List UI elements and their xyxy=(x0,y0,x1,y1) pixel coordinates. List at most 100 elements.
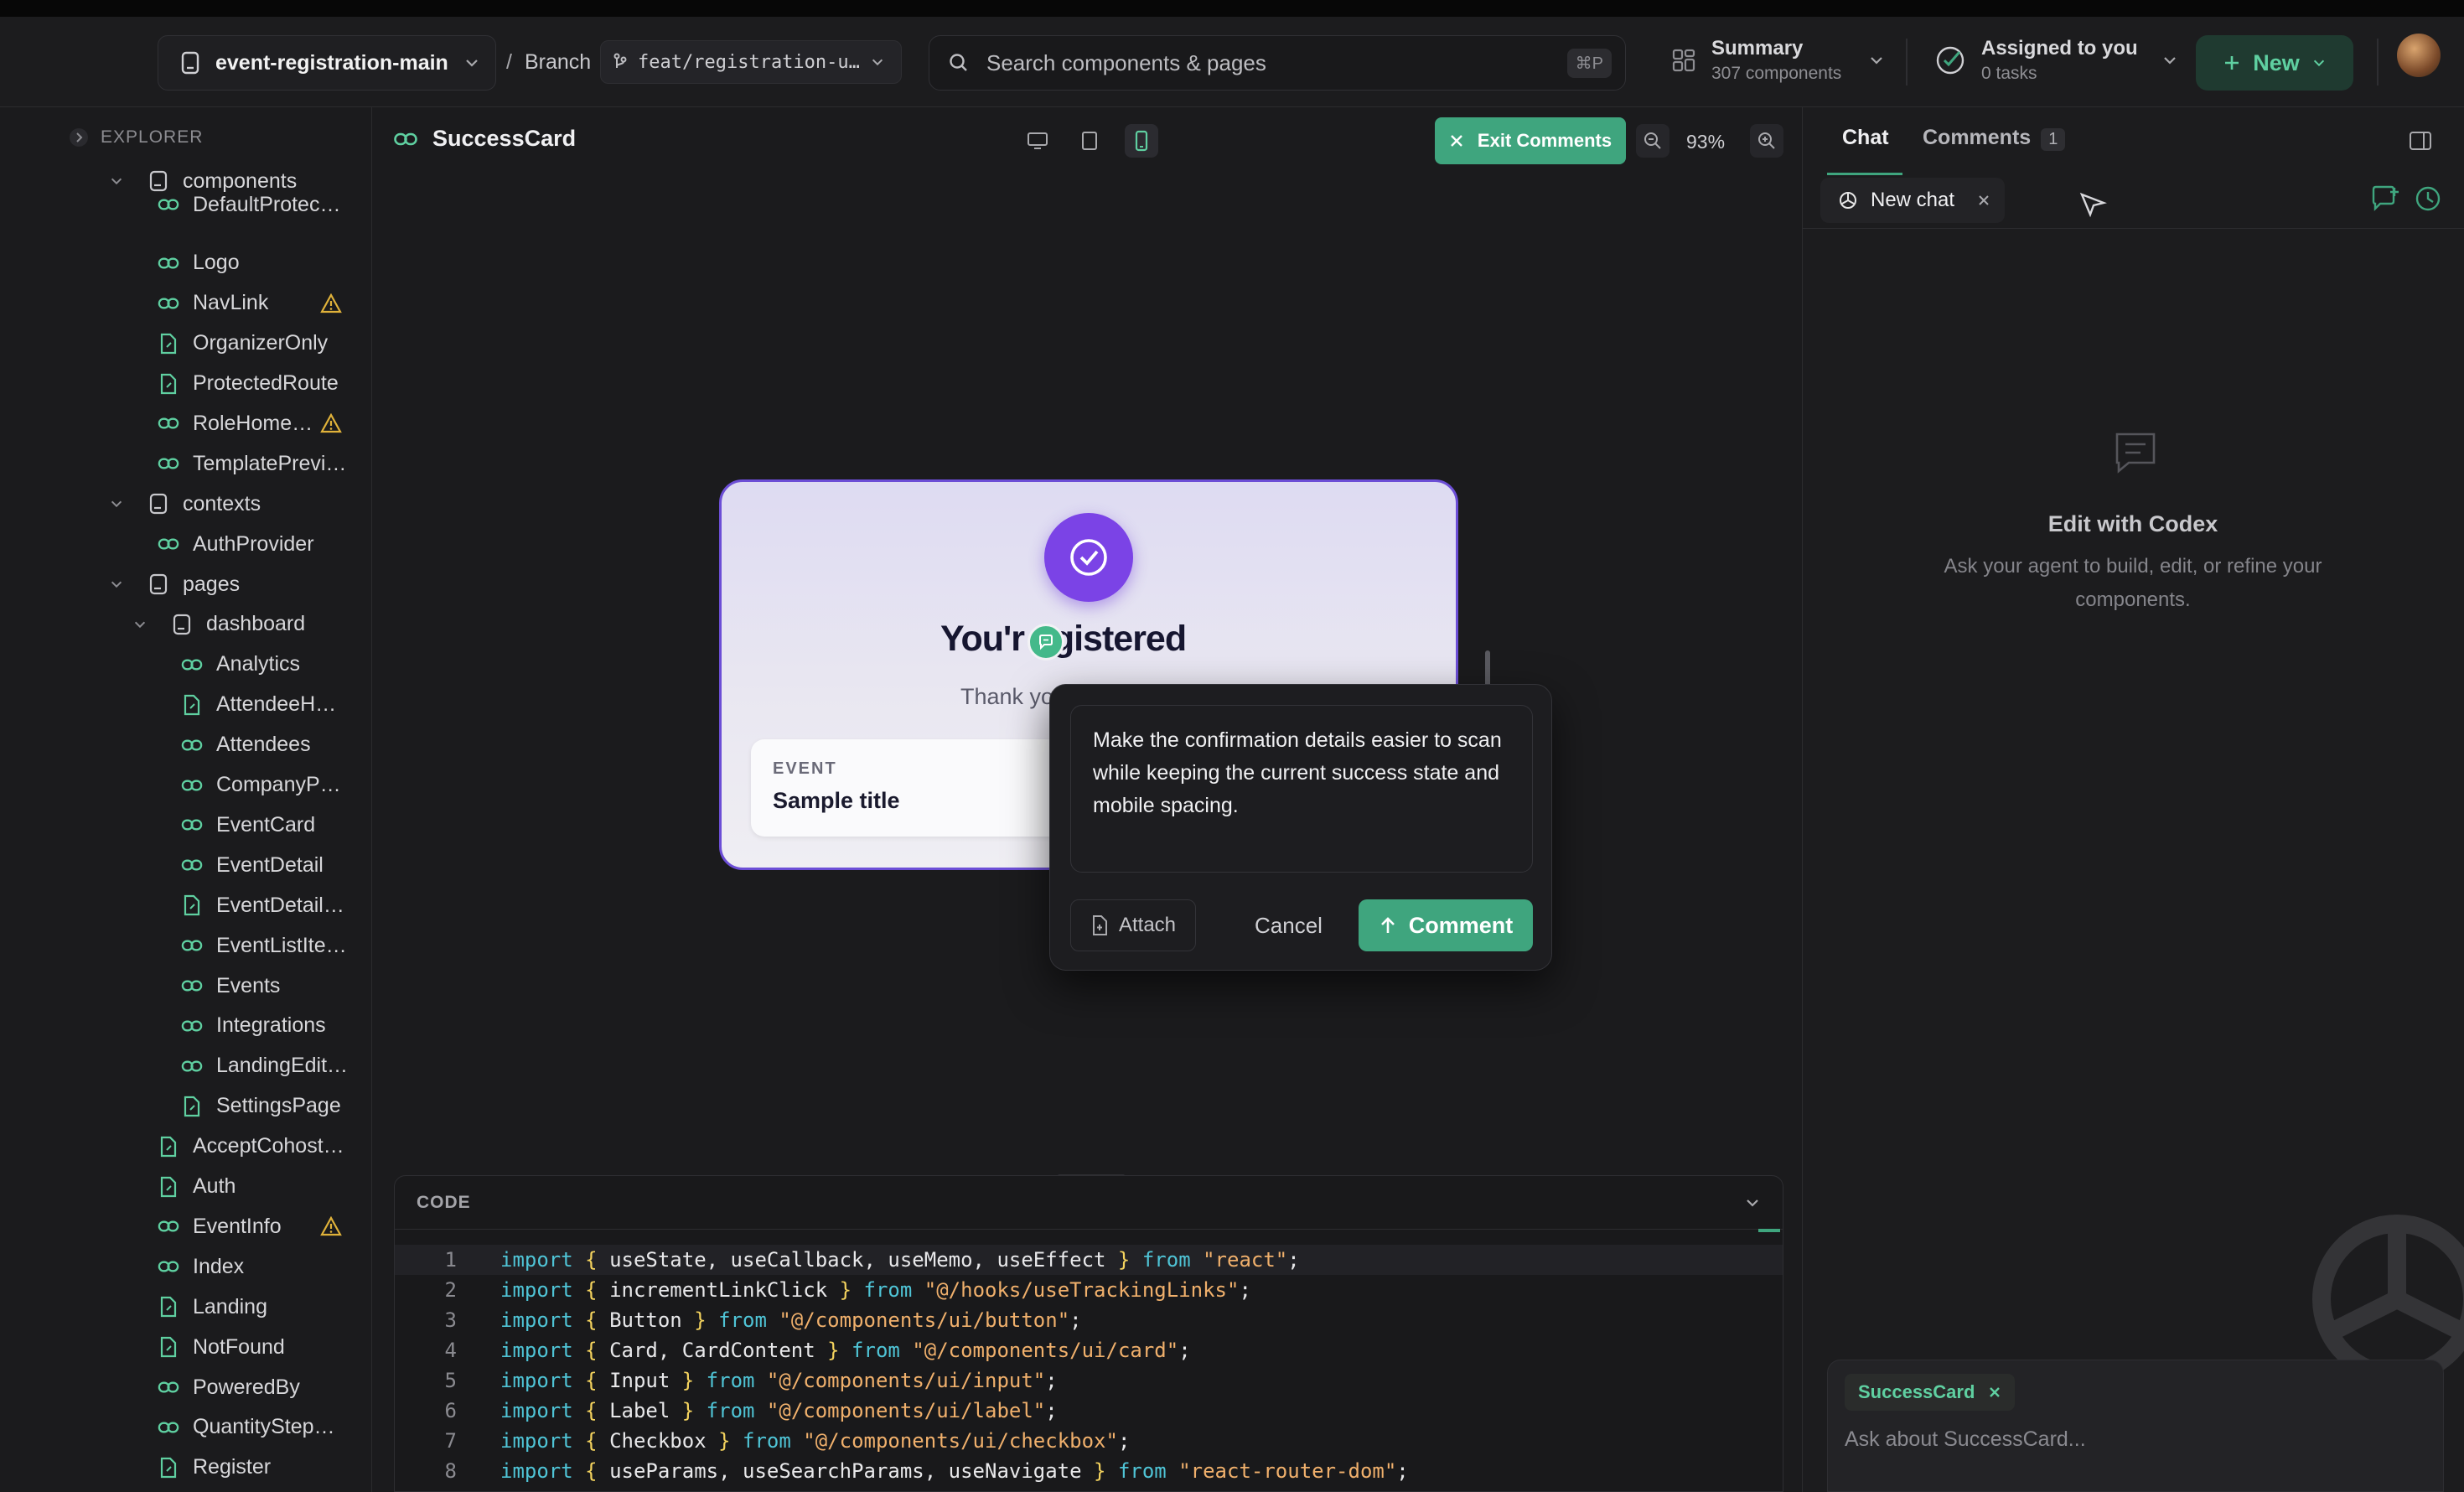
folder-icon xyxy=(148,493,169,515)
comment-textarea[interactable]: Make the confirmation details easier to … xyxy=(1070,705,1533,873)
tree-item[interactable]: Integrations xyxy=(181,1009,326,1043)
new-chat-icon[interactable] xyxy=(2370,184,2400,213)
tree-item[interactable]: EventInfo xyxy=(158,1210,282,1243)
comment-pin-icon[interactable] xyxy=(1028,624,1064,661)
tree-item[interactable]: Analytics xyxy=(181,648,300,681)
new-chat-tab[interactable]: New chat xyxy=(1820,178,2005,223)
code-line[interactable]: 4 import { Card, CardContent } from "@/co… xyxy=(395,1335,1783,1365)
comment-submit-button[interactable]: Comment xyxy=(1359,899,1533,951)
chevron-down-icon[interactable] xyxy=(129,614,151,635)
tree-item[interactable]: ProtectedRoute xyxy=(158,367,339,401)
new-button[interactable]: New xyxy=(2196,35,2353,91)
tab-comments[interactable]: Comments 1 xyxy=(1923,126,2066,151)
tablet-view-button[interactable] xyxy=(1073,124,1106,158)
tree-item[interactable]: RoleHome… xyxy=(158,407,313,440)
branch-selector[interactable]: feat/registration-u… xyxy=(600,40,902,84)
repo-selector[interactable]: event-registration-main xyxy=(158,35,496,91)
tree-item[interactable]: Landing xyxy=(158,1290,267,1324)
warning-icon xyxy=(320,1216,342,1236)
tree-item[interactable]: NavLink xyxy=(158,287,268,320)
chat-input-box[interactable]: SuccessCard Ask about SuccessCard... xyxy=(1827,1360,2444,1492)
code-panel-header[interactable]: CODE xyxy=(395,1176,1783,1230)
desktop-view-button[interactable] xyxy=(1021,124,1054,158)
code-line[interactable]: 3 import { Button } from "@/components/ui… xyxy=(395,1305,1783,1335)
toggle-panel-icon[interactable] xyxy=(2409,131,2432,151)
context-chip[interactable]: SuccessCard xyxy=(1845,1374,2016,1411)
code-line[interactable]: 6 import { Label } from "@/components/ui/… xyxy=(395,1396,1783,1426)
tree-item-label: EventCard xyxy=(216,812,316,837)
file-icon xyxy=(181,694,203,716)
keyword: import xyxy=(500,1278,586,1302)
link-icon xyxy=(158,252,179,274)
tree-item[interactable]: OrganizerOnly xyxy=(158,327,328,360)
code-line[interactable]: 2 import { incrementLinkClick } from "@/h… xyxy=(395,1275,1783,1305)
tree-item[interactable]: Index xyxy=(158,1250,244,1283)
grid-icon xyxy=(1671,48,1696,73)
tree-item[interactable]: PoweredBy xyxy=(158,1370,300,1404)
tree-item[interactable]: EventDetail xyxy=(181,848,324,882)
code-line[interactable]: 8 import { useParams, useSearchParams, us… xyxy=(395,1456,1783,1486)
tree-item[interactable]: EventDetail… xyxy=(181,888,344,922)
chevron-down-icon[interactable] xyxy=(106,493,127,515)
tree-item[interactable]: Attendees xyxy=(181,728,311,762)
new-button-label: New xyxy=(2253,49,2300,75)
tab-chat[interactable]: Chat xyxy=(1842,126,1889,150)
chevron-down-icon[interactable] xyxy=(1744,1194,1761,1211)
tree-item[interactable]: SettingsPage xyxy=(181,1090,341,1123)
search-input[interactable]: Search components & pages ⌘P xyxy=(929,35,1626,91)
semicolon: ; xyxy=(1045,1399,1058,1422)
tree-item[interactable]: Register xyxy=(158,1451,271,1484)
folder-icon xyxy=(171,614,193,635)
zoom-out-button[interactable] xyxy=(1636,124,1669,158)
link-icon xyxy=(158,533,179,555)
attach-label: Attach xyxy=(1118,914,1177,936)
zoom-in-button[interactable] xyxy=(1750,124,1783,158)
link-icon xyxy=(181,975,203,997)
summary-count: 307 components xyxy=(1711,64,1842,83)
summary-button[interactable]: Summary 307 components xyxy=(1671,37,1885,84)
tree-item[interactable]: AcceptCohost… xyxy=(158,1130,344,1163)
attach-button[interactable]: Attach xyxy=(1070,899,1196,951)
tree-item[interactable]: AttendeeH… xyxy=(181,688,336,722)
code-line[interactable]: 7 import { Checkbox } from "@/components/… xyxy=(395,1426,1783,1456)
tree-item-label: AcceptCohost… xyxy=(193,1134,344,1158)
tree-folder[interactable]: dashboard xyxy=(129,608,305,641)
tree-item[interactable]: EventCard xyxy=(181,808,315,842)
tree-item-label: Events xyxy=(216,973,281,997)
tree-item[interactable]: Logo xyxy=(158,246,240,280)
tree-item[interactable]: AuthProvider xyxy=(158,527,314,561)
tree-item[interactable]: LandingEdit… xyxy=(181,1049,348,1083)
import-names: Label xyxy=(609,1399,670,1422)
summary-title: Summary xyxy=(1711,37,1804,60)
tab-comments-label: Comments xyxy=(1923,126,2032,149)
code-line[interactable]: 1 import { useState, useCallback, useMemo… xyxy=(395,1245,1783,1275)
repo-icon xyxy=(180,51,200,75)
tree-item[interactable]: Auth xyxy=(158,1170,236,1204)
explorer-header[interactable]: EXPLORER xyxy=(69,127,203,148)
chevron-down-icon[interactable] xyxy=(106,573,127,595)
cancel-button[interactable]: Cancel xyxy=(1255,899,1323,951)
exit-comments-button[interactable]: Exit Comments xyxy=(1435,117,1626,164)
tree-folder[interactable]: pages xyxy=(106,567,240,601)
link-icon xyxy=(394,132,417,147)
tree-item[interactable]: Events xyxy=(181,969,280,1002)
tree-folder[interactable]: contexts xyxy=(106,487,261,521)
file-icon xyxy=(181,1096,203,1117)
semicolon: ; xyxy=(1178,1339,1191,1362)
tree-item[interactable]: NotFound xyxy=(158,1330,285,1364)
avatar[interactable] xyxy=(2397,34,2441,77)
tree-item[interactable]: EventListIte… xyxy=(181,929,347,962)
tree-item[interactable]: DefaultProtec… xyxy=(158,188,340,221)
history-icon[interactable] xyxy=(2414,184,2442,213)
tree-item-label: RoleHome… xyxy=(193,411,313,435)
code-line[interactable]: 5 import { Input } from "@/components/ui/… xyxy=(395,1365,1783,1396)
mobile-view-button[interactable] xyxy=(1125,124,1158,158)
tree-item[interactable]: CompanyP… xyxy=(181,769,341,802)
assigned-button[interactable]: Assigned to you 0 tasks xyxy=(1934,37,2178,84)
semicolon: ; xyxy=(1396,1459,1409,1483)
chevron-down-icon[interactable] xyxy=(106,170,127,192)
chevron-down-icon xyxy=(2161,52,2178,69)
tree-item[interactable]: QuantityStep… xyxy=(158,1411,335,1444)
toolbar-divider xyxy=(2377,39,2379,85)
tree-item[interactable]: TemplatePrevi… xyxy=(158,447,346,480)
